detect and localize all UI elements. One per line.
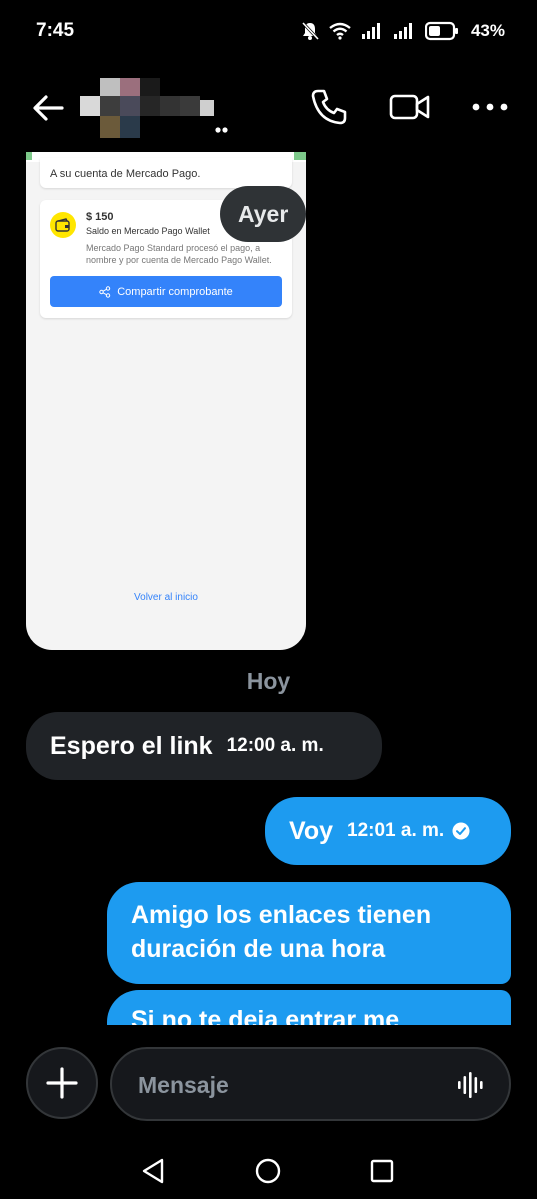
- day-separator: Hoy: [246, 668, 291, 694]
- back-arrow-icon: [33, 95, 64, 121]
- nav-recents-icon: [370, 1159, 394, 1183]
- payment-source: Saldo en Mercado Pago Wallet: [86, 226, 210, 236]
- back-to-home-link: Volver al inicio: [134, 592, 198, 603]
- wallet-icon: [50, 212, 76, 238]
- signal-icon: [361, 23, 380, 39]
- destination-text: A su cuenta de Mercado Pago.: [50, 168, 201, 180]
- message-time: 12:00 a. m.: [226, 735, 324, 756]
- more-icon: [472, 103, 508, 111]
- status-time: 7:45: [36, 20, 75, 41]
- message-input-container[interactable]: [110, 1047, 511, 1121]
- message-text: Si no te deja entrar me: [131, 1006, 400, 1025]
- chat-header: [0, 62, 537, 152]
- add-attachment-button[interactable]: [26, 1047, 98, 1119]
- message-list[interactable]: A su cuenta de Mercado Pago. $ 150 Saldo…: [0, 152, 537, 1025]
- message-bubble-outgoing[interactable]: Amigo los enlaces tienen duración de una…: [107, 882, 511, 984]
- wifi-icon: [329, 22, 351, 40]
- nav-back-icon: [142, 1158, 164, 1184]
- message-input[interactable]: [138, 1067, 438, 1103]
- signal-2-icon: [393, 23, 412, 39]
- share-receipt-label: Compartir comprobante: [117, 285, 233, 298]
- status-bar: 7:45 43%: [0, 0, 537, 62]
- system-nav-bar: [0, 1125, 537, 1199]
- message-text: Voy: [289, 816, 333, 845]
- nav-recents-button[interactable]: [366, 1155, 398, 1187]
- message-time: 12:01 a. m.: [347, 820, 445, 841]
- read-check-icon: [452, 822, 470, 840]
- video-call-button[interactable]: [388, 86, 432, 128]
- contact-info[interactable]: [80, 78, 230, 142]
- share-receipt-button: Compartir comprobante: [50, 276, 282, 307]
- status-icons: 43%: [301, 18, 505, 44]
- voice-call-button[interactable]: [308, 86, 350, 128]
- payment-description: Mercado Pago Standard procesó el pago, a…: [86, 243, 272, 265]
- image-accent-right: [294, 152, 306, 160]
- share-icon: [99, 285, 111, 298]
- message-text: Espero el link: [50, 731, 213, 760]
- avatar[interactable]: [80, 78, 230, 142]
- mute-bell-icon: [301, 21, 319, 41]
- more-options-button[interactable]: [470, 86, 510, 128]
- payment-amount: $ 150: [86, 211, 114, 223]
- voice-wave-icon[interactable]: [457, 1071, 487, 1099]
- image-accent-left: [26, 152, 32, 160]
- message-text: Amigo los enlaces tienen duración de una…: [131, 901, 432, 963]
- composer: [0, 1025, 537, 1125]
- receipt-destination-card: A su cuenta de Mercado Pago.: [40, 158, 292, 188]
- battery-icon: [424, 21, 458, 41]
- nav-home-button[interactable]: [252, 1155, 284, 1187]
- date-pill: Ayer: [220, 186, 307, 242]
- nav-home-icon: [255, 1158, 281, 1184]
- message-bubble-outgoing[interactable]: Si no te deja entrar me: [107, 990, 511, 1025]
- battery-percent: 43%: [470, 21, 505, 40]
- back-button[interactable]: [28, 88, 68, 128]
- phone-icon: [311, 89, 347, 125]
- add-icon: [46, 1067, 78, 1099]
- message-bubble-incoming[interactable]: Espero el link 12:00 a. m.: [26, 712, 382, 780]
- nav-back-button[interactable]: [137, 1155, 169, 1187]
- message-bubble-outgoing[interactable]: Voy 12:01 a. m.: [265, 797, 511, 865]
- video-icon: [389, 94, 430, 120]
